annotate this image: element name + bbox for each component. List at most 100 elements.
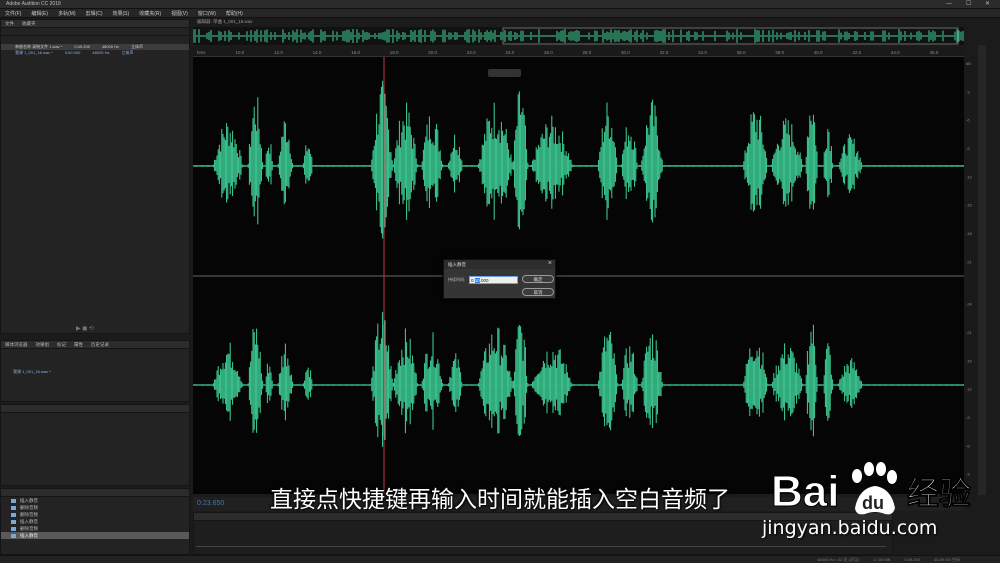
history-item[interactable]: 删除音频 [1,525,189,532]
ruler-tick-label: 44.0 [891,50,900,55]
status-free-space: 44.89 GB 空闲 [933,557,960,562]
menu-clip[interactable]: 剪辑(C) [81,9,108,17]
tab-properties[interactable]: 属性 [74,342,83,347]
file-rate: 48000 Hz [92,50,110,55]
history-icon [11,512,16,517]
property-row [1,421,189,429]
tab-files[interactable]: 文件 [5,21,14,26]
menu-help[interactable]: 帮助(H) [221,9,248,17]
ruler-svg: hms 10.0 12.0 14.0 16.0 18.0 20.0 22.0 24.0 26.0 2… [197,50,939,55]
media-item[interactable]: 我课 1_001_16.wav * [1,369,189,375]
close-icon[interactable]: × [548,260,552,267]
tab-favorites[interactable]: 收藏夹 [22,21,36,26]
ruler-tick-label: 16.0 [351,50,360,55]
history-panel: 插入静音 删除音频 删除音频 插入静音 删除音频 插入静音 [0,488,190,555]
history-panel-header [1,489,189,497]
db-label: -3 [966,89,970,94]
history-item[interactable]: 删除音频 [1,504,189,511]
status-size: 17.65 MB [873,557,891,562]
menu-view[interactable]: 视图(V) [166,9,193,17]
ruler-tick-label: 20.0 [428,50,437,55]
db-label: -15 [966,203,973,208]
file-name: 我课 1_001_16.wav * [15,50,53,55]
ruler-tick-label: 38.0 [775,50,784,55]
ruler-tick-label: 10.0 [236,50,245,55]
history-label: 删除音频 [20,504,38,510]
waveform-left-channel [192,80,964,239]
history-icon [11,519,16,524]
db-label: -21 [966,259,973,264]
files-toolbar [1,28,189,36]
dialog-title: 插入静音 [448,262,466,267]
db-label: -6 [966,443,970,448]
db-label: -24 [966,302,973,307]
db-label: -9 [966,146,970,151]
history-item-selected[interactable]: 插入静音 [1,532,189,539]
files-panel-header: 文件 收藏夹 [1,20,189,28]
history-icon [11,498,16,503]
ruler-tick-label: 18.0 [390,50,399,55]
duration-label: 持续时间: [448,277,466,282]
window-controls[interactable]: — ☐ ✕ [946,0,996,7]
waveform-display[interactable] [192,57,964,494]
file-row[interactable]: 我课 1_001_16.wav * 0:00.000 48000 Hz 立体声 [1,50,189,56]
title-bar: Adobe Audition CC 2018 — ☐ ✕ [0,0,1000,9]
transport-controls[interactable]: ▶ ◼ ⟲ [76,325,94,332]
ruler-tick-label: 12.0 [274,50,283,55]
history-icon [11,526,16,531]
cancel-button[interactable]: 取消 [522,288,554,296]
waveform-svg [192,57,964,494]
editor-tab[interactable]: 编辑器: 单曲 1_001_16.wav [197,19,253,25]
menu-multitrack[interactable]: 多轨(M) [53,9,81,17]
menu-edit[interactable]: 编辑(E) [26,9,53,17]
db-scale: dB -3 -6 -9 -12 -15 -18 -21 -24 -21 -15 -12 -9 -6 -3 [964,57,978,494]
db-label: -12 [966,174,973,179]
menu-effects[interactable]: 效果(S) [108,9,135,17]
tab-media-browser[interactable]: 媒体浏览器 [5,342,28,347]
status-duration: 0:49.200 [904,557,920,562]
time-ruler[interactable]: hms 10.0 12.0 14.0 16.0 18.0 20.0 22.0 24.0 26.0 2… [193,47,964,57]
ruler-tick-label: 46.0 [929,50,938,55]
menu-favorites[interactable]: 收藏夹(R) [134,9,166,17]
tab-history[interactable]: 历史记录 [91,342,109,347]
duration-value-suffix: .000 [479,278,489,283]
history-label: 删除音频 [20,511,38,517]
ruler-tick-label: 22.0 [467,50,476,55]
menu-window[interactable]: 窗口(W) [193,9,221,17]
properties-panel [0,404,190,486]
overview-wave-path [192,29,964,43]
overview-svg [192,27,964,45]
insert-silence-dialog: 插入静音 × 持续时间: 0:10.000 确定 取消 [443,259,556,299]
tab-markers[interactable]: 标记 [57,342,66,347]
file-duration: 0:00.000 [64,50,81,55]
baidu-watermark-logo: Bai du 经验 [769,458,979,518]
ruler-tick-label: 14.0 [313,50,322,55]
vertical-scrollbar[interactable] [978,45,986,495]
files-panel: 文件 收藏夹 单曲名称 录制文件 1.wav * 0:49.200 48000 … [0,19,190,334]
db-label: -9 [966,415,970,420]
ruler-tick-label: 36.0 [737,50,746,55]
property-row [1,429,189,437]
ruler-tick-label: 32.0 [660,50,669,55]
ruler-tick-label: 26.0 [544,50,553,55]
history-item[interactable]: 插入静音 [1,518,189,525]
ruler-tick-label: 28.0 [583,50,592,55]
tab-effects-rack[interactable]: 效果组 [36,342,50,347]
history-item[interactable]: 删除音频 [1,511,189,518]
duration-input[interactable]: 0:10.000 [469,276,518,284]
ok-button[interactable]: 确定 [522,275,554,283]
history-label: 删除音频 [20,525,38,531]
history-item[interactable]: 插入静音 [1,497,189,504]
properties-panel-header [1,405,189,413]
waveform-right-channel [192,312,964,447]
paw-icon: du [852,462,897,515]
db-label: -21 [966,330,973,335]
ruler-tick-label: 34.0 [698,50,707,55]
hud-volume[interactable] [488,69,521,77]
menu-file[interactable]: 文件(F) [0,9,26,17]
history-icon [11,533,16,538]
waveform-path [192,312,964,447]
property-row [1,413,189,421]
waveform-overview[interactable] [192,27,964,45]
db-label: -18 [966,231,973,236]
